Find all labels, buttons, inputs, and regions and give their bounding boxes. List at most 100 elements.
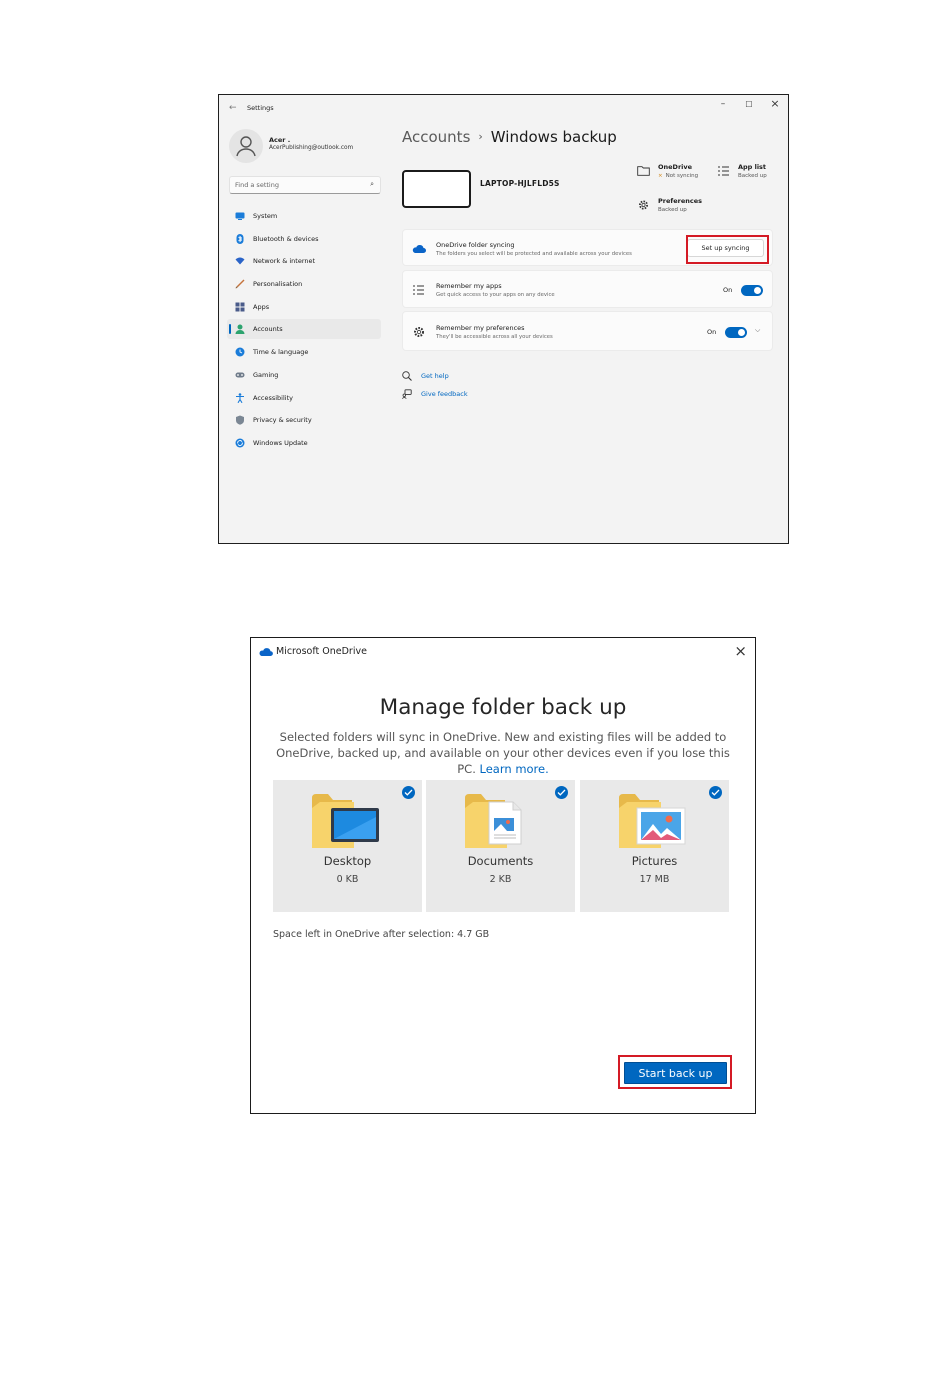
app-list-status-text: Backed up xyxy=(738,173,767,179)
folder-name: Desktop xyxy=(323,854,372,868)
checkmark-icon[interactable] xyxy=(555,786,568,799)
folder-tile-pictures[interactable]: Pictures 17 MB xyxy=(580,780,729,912)
shield-icon xyxy=(236,415,244,425)
sidebar-item-network[interactable]: Network & internet xyxy=(227,251,381,271)
folder-size: 17 MB xyxy=(639,874,670,885)
sidebar-item-label: Gaming xyxy=(253,370,279,379)
close-button[interactable]: × xyxy=(768,97,782,110)
accessibility-icon xyxy=(236,392,244,403)
preferences-status-title: Preferences xyxy=(658,197,702,205)
sidebar-item-gaming[interactable]: Gaming xyxy=(227,365,381,385)
highlight-box xyxy=(686,235,769,264)
find-setting-input[interactable] xyxy=(235,180,360,190)
wifi-icon xyxy=(235,257,245,265)
card-title: Remember my apps xyxy=(436,282,502,290)
sidebar-item-label: Windows Update xyxy=(253,438,308,447)
space-left-text: Space left in OneDrive after selection: … xyxy=(273,929,490,940)
preferences-status-text: Backed up xyxy=(658,207,687,213)
folder-tile-documents[interactable]: Documents 2 KB xyxy=(426,780,575,912)
checkmark-icon[interactable] xyxy=(402,786,415,799)
sidebar-item-label: Accessibility xyxy=(253,393,293,402)
not-syncing-marker: × xyxy=(658,173,663,179)
list-icon xyxy=(718,166,729,176)
gear-icon xyxy=(639,200,648,210)
bluetooth-icon xyxy=(236,233,244,244)
start-back-up-button[interactable]: Start back up xyxy=(624,1062,727,1084)
folder-tile-desktop[interactable]: Desktop 0 KB xyxy=(273,780,422,912)
chevron-down-icon[interactable]: ⌵ xyxy=(755,326,760,335)
documents-folder-icon xyxy=(465,794,522,848)
list-icon xyxy=(413,285,424,295)
person-icon xyxy=(236,136,256,157)
onedrive-cloud-icon xyxy=(412,244,426,253)
sidebar-item-accessibility[interactable]: Accessibility xyxy=(227,388,381,408)
sidebar-item-label: Bluetooth & devices xyxy=(253,234,319,243)
device-name: LAPTOP-HJLFLD5S xyxy=(480,179,560,188)
folder-size: 2 KB xyxy=(489,874,512,885)
selected-indicator xyxy=(229,324,231,335)
close-button[interactable]: × xyxy=(734,642,747,660)
onedrive-cloud-icon xyxy=(259,648,273,656)
feedback-icon xyxy=(402,389,412,399)
sidebar-item-accounts[interactable]: Accounts xyxy=(227,319,381,340)
gamepad-icon xyxy=(235,372,245,378)
remember-preferences-toggle[interactable] xyxy=(725,327,747,338)
dialog-heading: Manage folder back up xyxy=(379,695,627,720)
remember-apps-toggle[interactable] xyxy=(741,285,763,296)
sidebar-item-label: Network & internet xyxy=(253,257,316,266)
avatar xyxy=(229,129,263,163)
breadcrumb-accounts[interactable]: Accounts xyxy=(402,128,470,146)
onedrive-status-text: × Not syncing xyxy=(658,173,699,179)
accounts-icon xyxy=(235,324,245,335)
sidebar-item-personalisation[interactable]: Personalisation xyxy=(227,274,381,294)
profile-email: AcerPublishing@outlook.com xyxy=(269,145,354,151)
minimize-button[interactable]: – xyxy=(716,99,730,109)
card-subtitle: Get quick access to your apps on any dev… xyxy=(436,292,555,298)
give-feedback-text[interactable]: Give feedback xyxy=(421,390,468,398)
remember-apps-card: Remember my apps Get quick access to you… xyxy=(402,270,773,308)
sidebar-item-privacy[interactable]: Privacy & security xyxy=(227,410,381,430)
get-help-text[interactable]: Get help xyxy=(421,372,449,380)
card-title: OneDrive folder syncing xyxy=(436,241,515,249)
sidebar-item-time-language[interactable]: Time & language xyxy=(227,342,381,362)
sidebar-item-label: Personalisation xyxy=(253,280,303,289)
folder-icon xyxy=(637,166,650,176)
sidebar-item-label: Privacy & security xyxy=(253,416,312,425)
sidebar-item-system[interactable]: System xyxy=(227,206,381,226)
search-icon[interactable]: ⌕ xyxy=(370,180,374,189)
sidebar-item-label: System xyxy=(253,212,278,220)
window-title: Settings xyxy=(247,104,274,112)
toggle-state-label: On xyxy=(707,328,717,336)
gear-icon xyxy=(414,327,424,337)
card-title: Remember my preferences xyxy=(436,324,525,332)
update-icon xyxy=(235,438,245,448)
apps-icon xyxy=(235,302,245,312)
system-icon xyxy=(235,212,245,220)
settings-window: ← Settings – ☐ × Acer . AcerPublishing@o… xyxy=(218,94,789,544)
folder-name: Documents xyxy=(467,854,534,868)
remember-preferences-card: Remember my preferences They'll be acces… xyxy=(402,311,773,351)
profile-name: Acer . xyxy=(269,136,291,144)
toggle-state-label: On xyxy=(723,286,733,294)
find-setting-box[interactable]: ⌕ xyxy=(229,176,381,194)
card-subtitle: They'll be accessible across all your de… xyxy=(436,334,553,340)
sidebar-item-label: Apps xyxy=(253,302,270,311)
globe-clock-icon xyxy=(235,347,245,357)
sidebar-item-windows-update[interactable]: Windows Update xyxy=(227,433,381,453)
sidebar-item-apps[interactable]: Apps xyxy=(227,297,381,317)
checkmark-icon[interactable] xyxy=(709,786,722,799)
folder-name: Pictures xyxy=(631,854,678,868)
pictures-folder-icon xyxy=(619,794,686,848)
title-bar: ← Settings – ☐ × xyxy=(219,95,788,123)
sidebar-item-label: Accounts xyxy=(253,325,283,334)
page-title: Windows backup xyxy=(490,128,617,146)
device-image xyxy=(402,170,471,208)
maximize-button[interactable]: ☐ xyxy=(742,100,756,109)
dialog-description: Selected folders will sync in OneDrive. … xyxy=(276,730,730,776)
dialog-title: Microsoft OneDrive xyxy=(276,646,367,657)
back-arrow-icon[interactable]: ← xyxy=(229,103,237,113)
sidebar-item-bluetooth[interactable]: Bluetooth & devices xyxy=(227,229,381,249)
breadcrumb: Accounts › Windows backup xyxy=(402,128,617,146)
learn-more-link[interactable]: Learn more. xyxy=(480,762,549,776)
sidebar-item-label: Time & language xyxy=(253,348,309,357)
